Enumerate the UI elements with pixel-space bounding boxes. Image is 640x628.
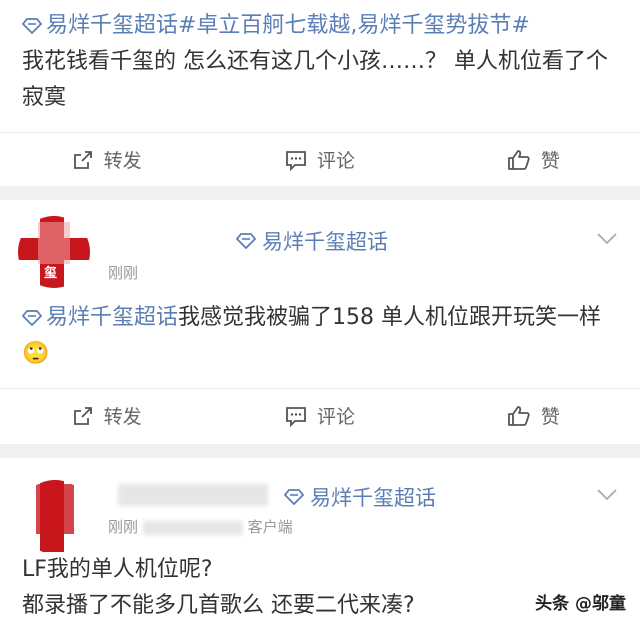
thumbs-up-icon xyxy=(507,149,530,170)
supertopic-text: 易烊千玺超话#卓立百舸七载越,易烊千玺势拔节# xyxy=(46,13,530,38)
avatar[interactable]: 玺 xyxy=(18,216,90,288)
chevron-down-icon[interactable] xyxy=(596,488,618,502)
post-text: 我花钱看千玺的 怎么还有这几个小孩……？ 单人机位看了个寂寞 xyxy=(22,49,608,110)
blurred-source xyxy=(142,520,243,535)
repost-label: 转发 xyxy=(103,150,142,172)
comment-icon xyxy=(286,406,306,427)
supertopic-link[interactable]: 易烊千玺超话#卓立百舸七载越,易烊千玺势拔节# xyxy=(22,13,530,38)
comment-label: 评论 xyxy=(316,150,355,172)
like-label: 赞 xyxy=(540,406,560,428)
post-card-1: 易烊千玺超话#卓立百舸七载越,易烊千玺势拔节# 我花钱看千玺的 怎么还有这几个小… xyxy=(0,0,640,186)
share-icon xyxy=(73,406,92,425)
card-separator xyxy=(0,444,640,458)
like-button[interactable]: 赞 xyxy=(427,389,640,442)
like-button[interactable]: 赞 xyxy=(427,133,640,186)
post-text-line: LF我的单人机位呢? xyxy=(22,557,213,582)
post-text-line: 都录播了不能多几首歌么 还要二代来凑? xyxy=(22,593,415,618)
like-label: 赞 xyxy=(540,150,560,172)
comment-icon xyxy=(286,150,306,171)
supertopic-badge[interactable]: 易烊千玺超话 xyxy=(284,482,436,512)
comment-label: 评论 xyxy=(316,406,355,428)
post-time: 刚刚 xyxy=(108,264,139,282)
post-body: 易烊千玺超话我感觉我被骗了158 单人机位跟开玩笑一样🙄 xyxy=(22,300,622,372)
post-body: LF我的单人机位呢? 都录播了不能多几首歌么 还要二代来凑? xyxy=(22,552,622,624)
repost-button[interactable]: 转发 xyxy=(0,389,213,442)
diamond-icon xyxy=(22,310,42,326)
supertopic-badge[interactable]: 易烊千玺超话 xyxy=(236,226,388,256)
repost-label: 转发 xyxy=(103,406,142,428)
card-separator xyxy=(0,186,640,200)
diamond-icon xyxy=(236,233,256,249)
comment-button[interactable]: 评论 xyxy=(213,133,426,186)
action-bar: 转发 评论 赞 xyxy=(0,388,640,442)
watermark: 头条 @邬童 xyxy=(535,594,626,614)
avatar[interactable] xyxy=(18,480,92,554)
share-icon xyxy=(73,150,92,169)
supertopic-name: 易烊千玺超话 xyxy=(262,230,388,254)
diamond-icon xyxy=(22,18,42,34)
repost-button[interactable]: 转发 xyxy=(0,133,213,186)
diamond-icon xyxy=(284,489,304,505)
post-body: 易烊千玺超话#卓立百舸七载越,易烊千玺势拔节# 我花钱看千玺的 怎么还有这几个小… xyxy=(22,8,622,116)
source-suffix: 客户端 xyxy=(247,518,293,536)
blurred-username xyxy=(118,484,268,506)
supertopic-name: 易烊千玺超话 xyxy=(310,486,436,510)
post-time: 刚刚 客户端 xyxy=(108,516,293,537)
time-text: 刚刚 xyxy=(108,518,139,536)
action-bar: 转发 评论 赞 xyxy=(0,132,640,186)
supertopic-link[interactable]: 易烊千玺超话 xyxy=(22,305,178,330)
chevron-down-icon[interactable] xyxy=(596,232,618,246)
supertopic-text: 易烊千玺超话 xyxy=(46,305,179,330)
comment-button[interactable]: 评论 xyxy=(213,389,426,442)
thumbs-up-icon xyxy=(507,405,530,426)
post-card-2: 玺 易烊千玺超话 刚刚 易烊千玺超话我感觉我被骗了158 单人机位跟开玩笑一样🙄… xyxy=(0,200,640,444)
